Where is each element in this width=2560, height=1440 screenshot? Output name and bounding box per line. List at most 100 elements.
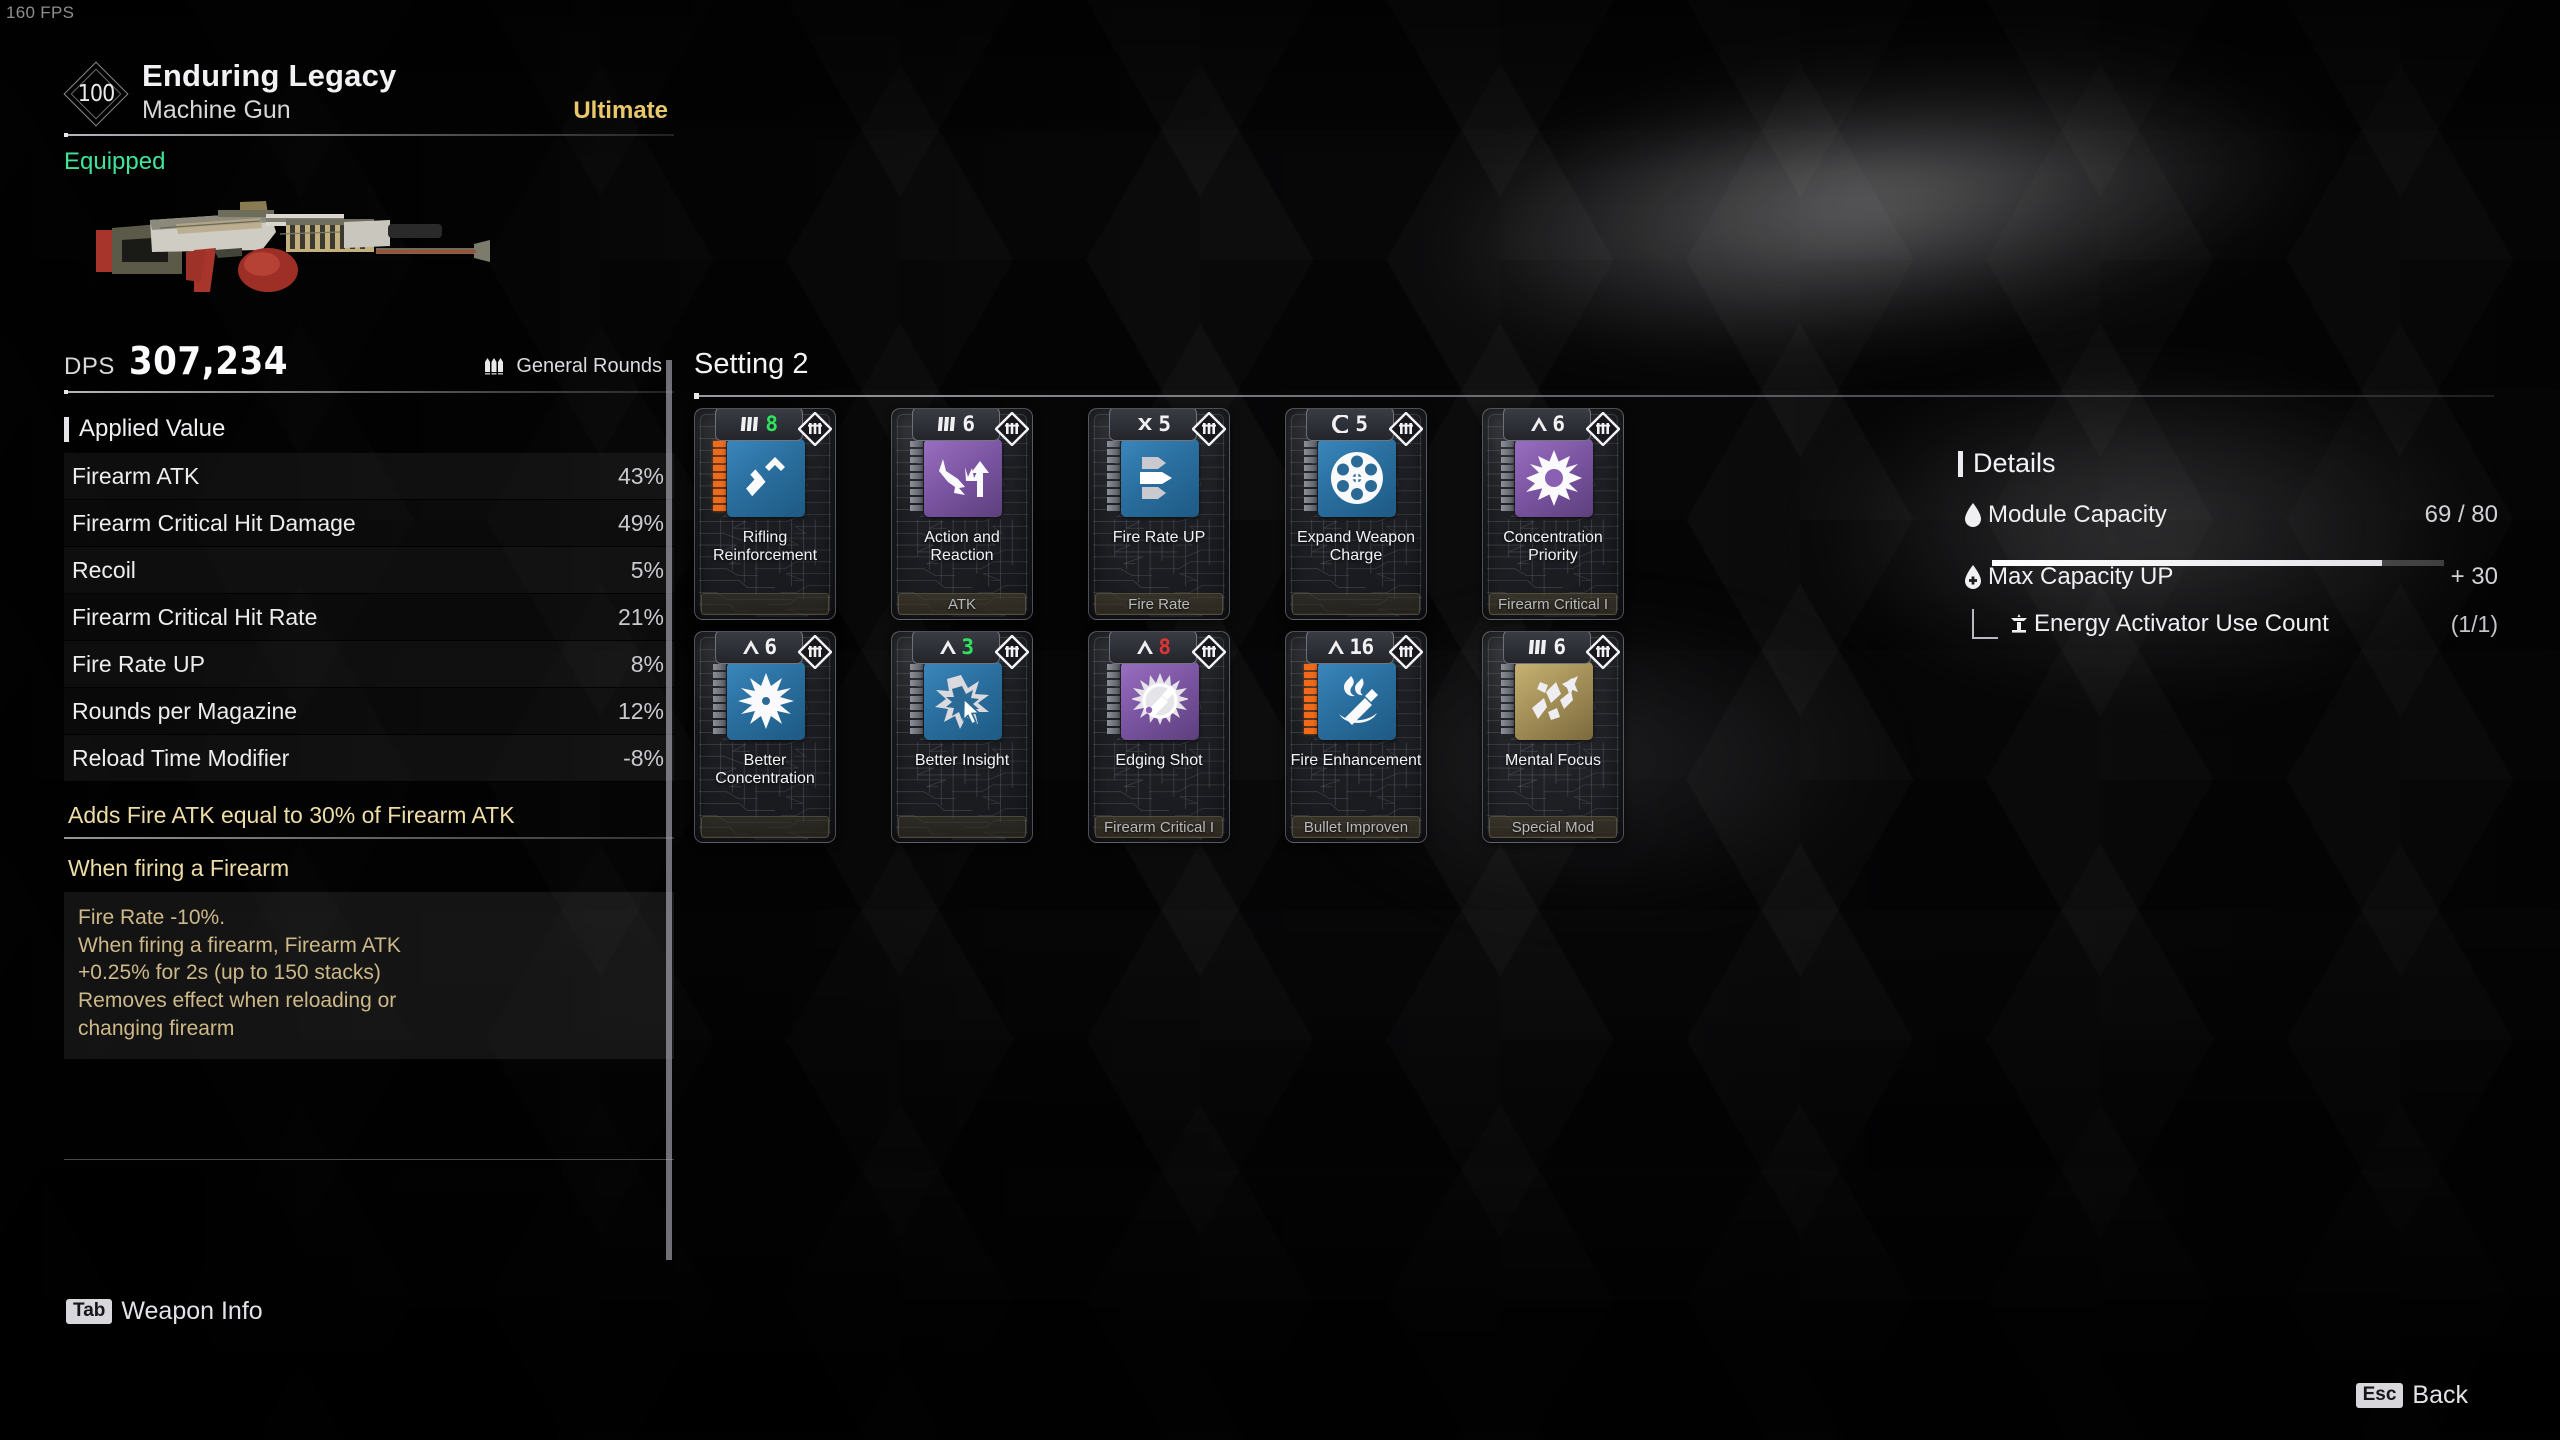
stack-segment: [1107, 481, 1120, 487]
module-card-grid: 8 Rifling Reinforcement 6 Action and Reacti…: [694, 408, 1624, 843]
stack-segment: [1501, 680, 1514, 686]
module-capacity-value: 69 / 80: [2424, 501, 2498, 528]
stack-segment: [713, 728, 726, 734]
module-level-badge: 6: [1503, 632, 1591, 664]
module-card[interactable]: 5 Expand Weapon Charge: [1285, 408, 1427, 620]
weapon-title-block: Enduring Legacy Machine Gun Ultimate: [142, 56, 674, 125]
max-capacity-row: Max Capacity UP + 30: [1958, 563, 2498, 591]
module-level-value: 5: [1158, 412, 1171, 436]
stack-segment: [1304, 704, 1317, 710]
stack-segment: [1107, 489, 1120, 495]
droplet-plus-icon: [1958, 564, 1988, 590]
stack-segment: [1501, 704, 1514, 710]
module-level-badge: 16: [1306, 632, 1394, 664]
stack-segment: [1501, 696, 1514, 702]
stack-segment: [910, 680, 923, 686]
spiked-bullet-icon: [1121, 662, 1199, 740]
stack-segment: [713, 465, 726, 471]
module-category-label: Special Mod: [1489, 816, 1617, 838]
module-card[interactable]: 16 Fire Enhancement Bullet Improven: [1285, 631, 1427, 843]
module-card[interactable]: 6 Better Concentration: [694, 631, 836, 843]
stack-segment: [910, 489, 923, 495]
module-category-text: Bullet Improven: [1303, 818, 1409, 836]
module-name: Action and Reaction: [924, 529, 1000, 564]
module-name: Fire Rate UP: [1112, 529, 1206, 546]
module-stack-indicator: [1107, 441, 1120, 511]
stack-segment: [1107, 696, 1120, 702]
stat-name: Fire Rate UP: [72, 650, 205, 677]
hint-back[interactable]: Esc Back: [2355, 1381, 2468, 1410]
stack-segment: [1107, 728, 1120, 734]
stack-segment: [713, 712, 726, 718]
stack-segment: [910, 473, 923, 479]
stack-segment: [1501, 720, 1514, 726]
effect-line: changing firearm: [78, 1016, 235, 1040]
module-card[interactable]: 3 Better Insight: [891, 631, 1033, 843]
stack-segment: [1107, 441, 1120, 447]
weapon-name: Enduring Legacy: [142, 58, 397, 93]
module-level-value: 5: [1355, 412, 1368, 436]
chevron-tier-icon: [1135, 638, 1155, 656]
weapon-info-panel: 100 Enduring Legacy Machine Gun Ultimate…: [63, 56, 674, 1160]
applied-value-title: Applied Value: [79, 415, 226, 442]
left-panel-scrollbar-thumb[interactable]: [666, 360, 672, 1260]
module-stack-indicator: [1501, 441, 1514, 511]
weapon-header: 100 Enduring Legacy Machine Gun Ultimate: [63, 56, 674, 127]
details-header: Details: [1958, 448, 2498, 479]
stack-segment: [1304, 465, 1317, 471]
effect-line: When firing a firearm, Firearm ATK: [78, 933, 401, 957]
module-socket-icon: [797, 634, 833, 670]
stack-segment: [713, 704, 726, 710]
stack-segment: [910, 465, 923, 471]
module-card[interactable]: 5 Fire Rate UP Fire Rate: [1088, 408, 1230, 620]
left-panel-scrollbar[interactable]: [666, 360, 672, 1260]
module-stack-indicator: [910, 441, 923, 511]
stack-segment: [1501, 489, 1514, 495]
stat-value: 21%: [617, 603, 664, 630]
module-level-badge: 6: [1503, 409, 1591, 441]
stack-segment: [1304, 449, 1317, 455]
module-category-text: Special Mod: [1511, 818, 1595, 836]
module-category-label: Bullet Improven: [1292, 816, 1420, 838]
stack-segment: [1107, 704, 1120, 710]
left-panel-bottom-divider: [64, 1158, 674, 1160]
starburst-icon: [727, 662, 805, 740]
key-tab: Tab: [66, 1298, 113, 1325]
stack-segment: [1304, 441, 1317, 447]
module-level-badge: 8: [1109, 632, 1197, 664]
module-level-badge: 3: [912, 632, 1000, 664]
stack-segment: [1107, 688, 1120, 694]
module-name: Edging Shot: [1115, 752, 1203, 769]
stat-name: Firearm Critical Hit Rate: [72, 603, 318, 630]
module-category-label: Fire Rate: [1095, 593, 1223, 615]
weapon-render-icon: [96, 201, 490, 292]
equipped-status: Equipped: [64, 148, 166, 175]
module-card[interactable]: 8 Rifling Reinforcement: [694, 408, 836, 620]
stack-segment: [1304, 664, 1317, 670]
stack-segment: [1304, 720, 1317, 726]
module-level-value: 6: [962, 412, 975, 436]
applied-value-list: Firearm ATK 43% Firearm Critical Hit Damag…: [64, 453, 674, 782]
module-card[interactable]: 6 Concentration Priority Firearm Critical …: [1482, 408, 1624, 620]
chevron-tier-icon: [1529, 415, 1549, 433]
stack-segment: [1304, 473, 1317, 479]
module-capacity-row: Module Capacity 69 / 80: [1958, 501, 2498, 529]
chevron-tier-icon: [1326, 638, 1346, 656]
stack-segment: [910, 481, 923, 487]
effect-line: Removes effect when reloading or: [78, 989, 397, 1013]
stat-row: Rounds per Magazine 12%: [64, 688, 674, 735]
chevron-tier-icon: [938, 638, 958, 656]
module-stack-indicator: [910, 664, 923, 734]
module-card[interactable]: 6 Action and Reaction ATK: [891, 408, 1033, 620]
stat-value: 5%: [630, 556, 664, 583]
module-card[interactable]: 8 Edging Shot Firearm Critical I: [1088, 631, 1230, 843]
module-name: Rifling Reinforcement: [712, 529, 818, 564]
hint-weapon-info[interactable]: Tab Weapon Info: [66, 1297, 263, 1326]
chevron-tier-icon: [741, 638, 761, 656]
module-socket-icon: [1585, 634, 1621, 670]
module-name: Better Insight: [914, 752, 1010, 769]
arrow-down-up-icon: [924, 439, 1002, 517]
module-capacity-bar: [1992, 560, 2444, 566]
module-card[interactable]: 6 Mental Focus Special Mod: [1482, 631, 1624, 843]
stack-segment: [713, 696, 726, 702]
